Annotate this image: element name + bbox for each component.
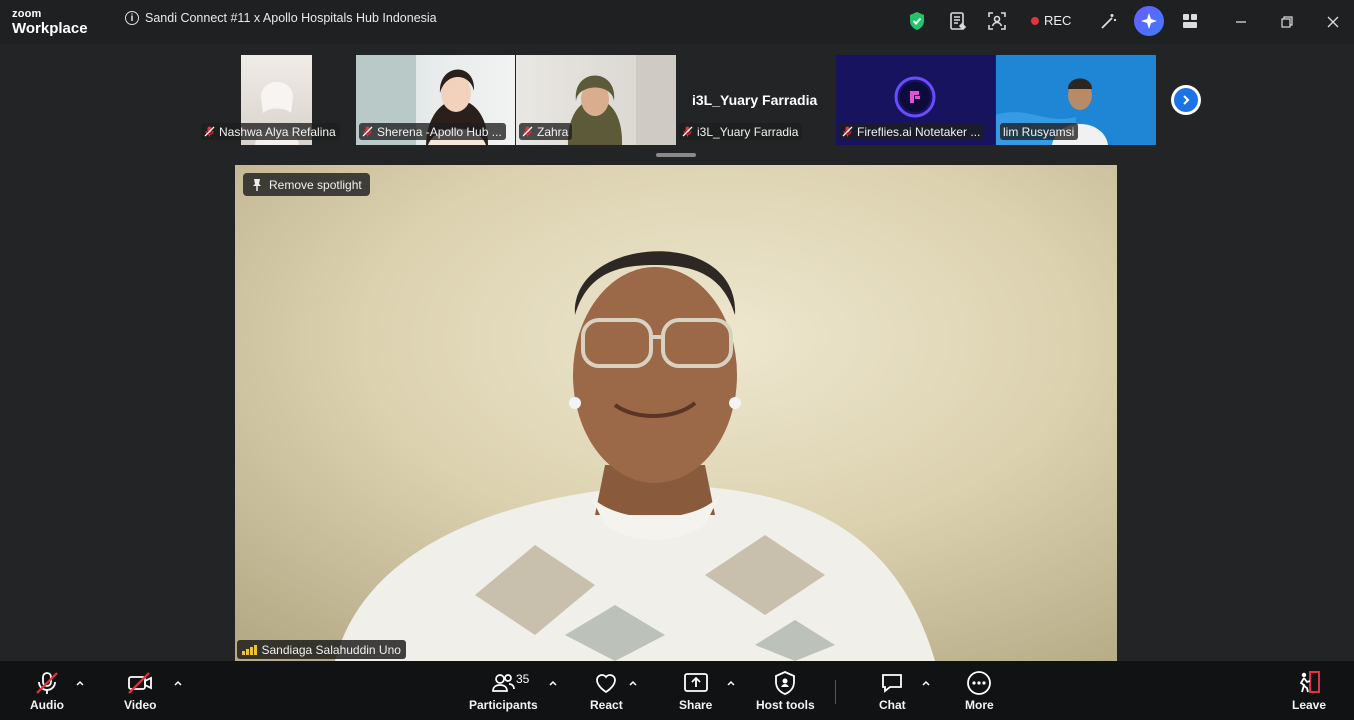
- title-bar: zoom Workplace i Sandi Connect #11 x Apo…: [0, 0, 1354, 44]
- zoom-workplace-logo: zoom Workplace: [12, 8, 88, 37]
- info-icon[interactable]: i: [125, 11, 139, 25]
- participant-count: 35: [516, 672, 530, 686]
- magic-wand-icon[interactable]: [1098, 10, 1120, 32]
- logo-big-text: Workplace: [12, 20, 88, 37]
- audio-options-chevron-icon[interactable]: [75, 678, 85, 688]
- participant-name: i3L_Yuary Farradia: [697, 124, 799, 139]
- restore-icon[interactable]: [1275, 10, 1299, 34]
- more-button[interactable]: More: [965, 670, 994, 712]
- mic-muted-icon: [34, 670, 60, 696]
- chevron-right-icon: [1183, 95, 1190, 105]
- apps-grid-icon[interactable]: [1179, 10, 1201, 32]
- leave-door-icon: [1295, 670, 1323, 696]
- sparkle-icon: [1141, 13, 1157, 29]
- share-options-chevron-icon[interactable]: [726, 678, 736, 688]
- gallery-resize-handle[interactable]: [656, 153, 696, 157]
- participants-icon: [490, 670, 516, 696]
- logo-small-text: zoom: [12, 8, 42, 20]
- mic-muted-icon: [362, 126, 373, 137]
- audio-button[interactable]: Audio: [30, 670, 64, 712]
- remove-spotlight-label: Remove spotlight: [269, 177, 362, 192]
- react-button[interactable]: React: [590, 670, 623, 712]
- meeting-area: Nashwa Alya Refalina Sherena -Apollo Hub…: [0, 44, 1354, 661]
- mic-muted-icon: [204, 126, 215, 137]
- gallery-next-button[interactable]: [1171, 85, 1201, 115]
- participants-options-chevron-icon[interactable]: [548, 678, 558, 688]
- participant-tag-sherena: Sherena -Apollo Hub ...: [359, 123, 506, 140]
- rec-label: REC: [1044, 13, 1072, 28]
- participant-tag-fireflies: Fireflies.ai Notetaker ...: [839, 123, 985, 140]
- recording-indicator[interactable]: REC: [1031, 13, 1071, 28]
- participant-name: Fireflies.ai Notetaker ...: [857, 124, 981, 139]
- close-icon[interactable]: [1321, 10, 1345, 34]
- chat-bubble-icon: [879, 670, 905, 696]
- react-label: React: [590, 698, 623, 712]
- pin-icon: [253, 178, 261, 191]
- record-dot-icon: [1031, 16, 1039, 25]
- share-screen-icon: [683, 670, 709, 696]
- speaker-name: Sandiaga Salahuddin Uno: [261, 642, 401, 657]
- participant-tag-nashwa: Nashwa Alya Refalina: [201, 123, 340, 140]
- participant-name: Zahra: [537, 124, 569, 139]
- more-dots-icon: [966, 670, 992, 696]
- mic-muted-icon: [522, 126, 533, 137]
- video-button[interactable]: Video: [124, 670, 156, 712]
- more-label: More: [965, 698, 994, 712]
- leave-label: Leave: [1292, 698, 1327, 712]
- spotlight-video[interactable]: Remove spotlight Sandiaga Salahuddin Uno: [235, 165, 1117, 661]
- chat-label: Chat: [879, 698, 906, 712]
- leave-button[interactable]: Leave: [1292, 670, 1326, 712]
- remove-spotlight-button[interactable]: Remove spotlight: [243, 173, 370, 196]
- meeting-title-text: Sandi Connect #11 x Apollo Hospitals Hub…: [145, 11, 437, 25]
- focus-frame-icon[interactable]: [986, 10, 1008, 32]
- video-off-icon: [126, 670, 154, 696]
- react-options-chevron-icon[interactable]: [628, 678, 638, 688]
- participant-name: lim Rusyamsi: [1003, 124, 1075, 139]
- shield-check-icon[interactable]: [906, 10, 928, 32]
- host-tools-button[interactable]: Host tools: [756, 670, 815, 712]
- participant-name: Nashwa Alya Refalina: [219, 124, 336, 139]
- mic-muted-icon: [842, 126, 853, 137]
- meeting-toolbar: Audio Video Participants 35 React Share …: [0, 661, 1354, 720]
- participant-tag-zahra: Zahra: [519, 123, 573, 140]
- minimize-icon[interactable]: [1229, 10, 1253, 34]
- summary-doc-icon[interactable]: [947, 10, 969, 32]
- toolbar-divider: [835, 680, 836, 704]
- share-label: Share: [679, 698, 713, 712]
- share-button[interactable]: Share: [679, 670, 712, 712]
- participants-label: Participants: [469, 698, 538, 712]
- participant-display-name: i3L_Yuary Farradia: [692, 92, 818, 108]
- chat-button[interactable]: Chat: [879, 670, 906, 712]
- mic-muted-icon: [682, 126, 693, 137]
- chat-options-chevron-icon[interactable]: [921, 678, 931, 688]
- speaker-video-frame: [235, 165, 1117, 661]
- participant-tag-yuary: i3L_Yuary Farradia: [679, 123, 803, 140]
- heart-icon: [593, 670, 619, 696]
- participant-name: Sherena -Apollo Hub ...: [377, 124, 502, 139]
- ai-companion-button[interactable]: [1134, 6, 1164, 36]
- active-speaker-tag: Sandiaga Salahuddin Uno: [237, 640, 406, 659]
- audio-label: Audio: [30, 698, 64, 712]
- shield-icon: [773, 670, 797, 696]
- participant-tag-rusyamsi: lim Rusyamsi: [1000, 123, 1079, 140]
- meeting-title[interactable]: i Sandi Connect #11 x Apollo Hospitals H…: [125, 11, 437, 25]
- video-label: Video: [124, 698, 157, 712]
- signal-strength-icon: [242, 644, 257, 655]
- video-options-chevron-icon[interactable]: [173, 678, 183, 688]
- host-tools-label: Host tools: [756, 698, 815, 712]
